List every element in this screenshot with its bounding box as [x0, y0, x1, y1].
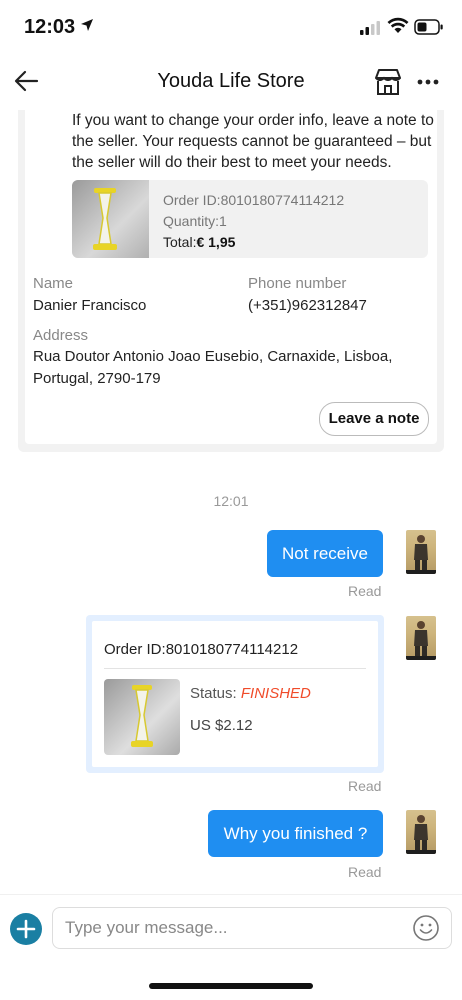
store-icon[interactable] — [372, 66, 404, 98]
divider — [104, 668, 366, 669]
total-value: € 1,95 — [196, 234, 236, 250]
order-id-value: 8010180774114212 — [220, 192, 345, 208]
order-card-id-label: Order ID: — [104, 641, 166, 658]
phone-label: Phone number — [248, 275, 347, 292]
hourglass-product-image — [131, 685, 153, 747]
product-thumbnail — [72, 180, 149, 258]
product-thumbnail — [104, 679, 180, 755]
leave-note-button[interactable]: Leave a note — [319, 402, 429, 436]
user-avatar-image — [406, 815, 436, 854]
user-avatar-image — [406, 535, 436, 574]
avatar[interactable] — [406, 616, 436, 660]
location-arrow-icon — [81, 19, 93, 31]
name-label: Name — [33, 275, 74, 292]
message-input[interactable] — [52, 907, 452, 949]
address-line-1: Rua Doutor Antonio Joao Eusebio, Carnaxi… — [33, 348, 393, 365]
message-input-bar — [0, 894, 462, 965]
total-label: Total: — [163, 234, 197, 250]
avatar[interactable] — [406, 810, 436, 854]
phone-value: (+351)962312847 — [248, 297, 367, 314]
emoji-icon[interactable] — [412, 914, 440, 942]
avatar[interactable] — [406, 530, 436, 574]
read-receipt: Read — [348, 864, 382, 880]
message-bubble[interactable]: Not receive — [267, 530, 383, 577]
address-label: Address — [33, 327, 89, 344]
order-card-id-value: 8010180774114212 — [165, 641, 299, 658]
battery-icon — [414, 19, 443, 35]
info-message: If you want to change your order info, l… — [72, 112, 434, 171]
quantity-value: 1 — [219, 213, 227, 229]
order-price: US $2.12 — [190, 717, 253, 734]
home-indicator — [149, 983, 313, 989]
quantity-label: Quantity: — [163, 213, 220, 229]
hourglass-product-image — [93, 188, 117, 250]
plus-icon — [16, 919, 36, 939]
add-attachment-button[interactable] — [10, 913, 42, 945]
order-card-message[interactable]: Order ID:8010180774114212 Status: FINISH… — [86, 615, 384, 773]
status-time: 12:03 — [24, 16, 76, 38]
chat-screen: 12:03 If you want to change your order i… — [0, 0, 462, 1000]
cellular-signal-icon — [360, 21, 380, 35]
order-id-label: Order ID: — [163, 192, 221, 208]
chat-timestamp: 12:01 — [213, 493, 249, 509]
name-value: Danier Francisco — [33, 297, 147, 314]
order-summary[interactable]: Order ID:8010180774114212 Quantity:1 Tot… — [72, 180, 428, 258]
wifi-icon — [387, 17, 409, 33]
user-avatar-image — [406, 621, 436, 660]
read-receipt: Read — [348, 778, 382, 794]
order-status-label: Status: — [190, 685, 241, 702]
order-info-card-body: If you want to change your order info, l… — [25, 96, 437, 444]
message-bubble[interactable]: Why you finished ? — [208, 810, 383, 857]
top-nav-bar: Youda Life Store — [0, 56, 462, 110]
status-bar: 12:03 — [0, 0, 462, 56]
more-options-icon[interactable] — [414, 68, 442, 96]
order-info-card: If you want to change your order info, l… — [18, 96, 444, 452]
order-status-value: FINISHED — [240, 685, 311, 702]
address-line-2: Portugal, 2790-179 — [33, 370, 161, 387]
read-receipt: Read — [348, 583, 382, 599]
